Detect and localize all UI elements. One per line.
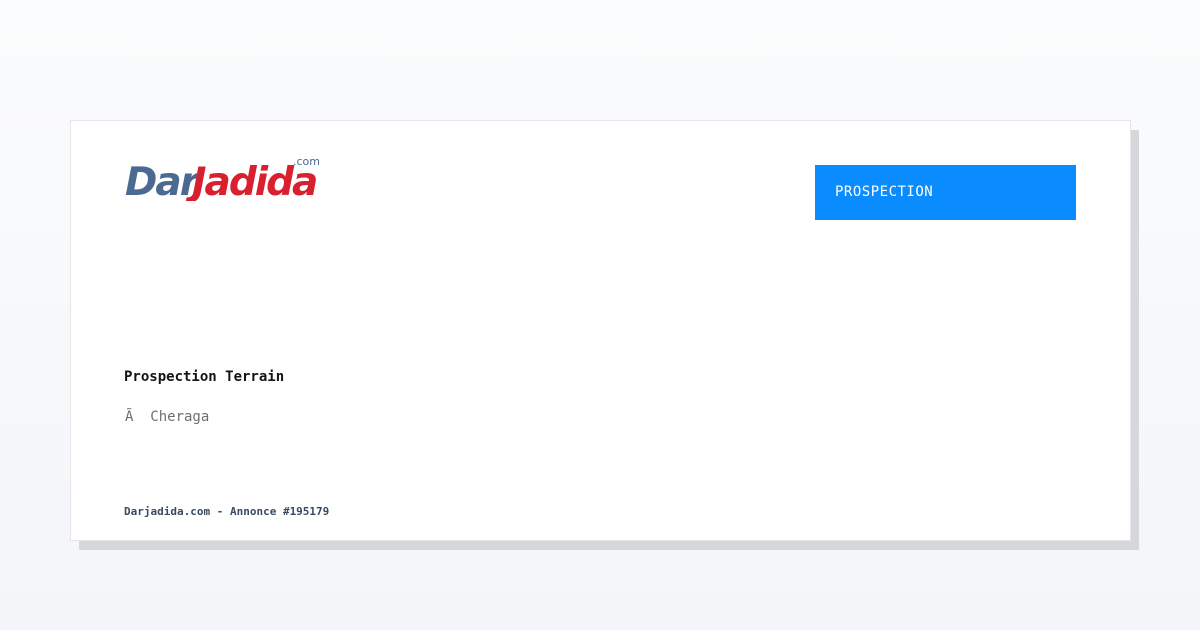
footer-text: Darjadida.com - Annonce #195179 bbox=[124, 505, 330, 518]
listing-title: Prospection Terrain bbox=[124, 369, 285, 385]
listing-location: Ã Cheraga bbox=[125, 409, 210, 425]
category-badge[interactable]: PROSPECTION bbox=[815, 165, 1076, 220]
darjadida-logo[interactable]: Dar Jadida .com bbox=[125, 153, 325, 201]
listing-card: Dar Jadida .com PROSPECTION Prospection … bbox=[70, 120, 1131, 541]
logo-suffix: .com bbox=[293, 155, 320, 168]
logo-dar: Dar bbox=[125, 160, 202, 201]
